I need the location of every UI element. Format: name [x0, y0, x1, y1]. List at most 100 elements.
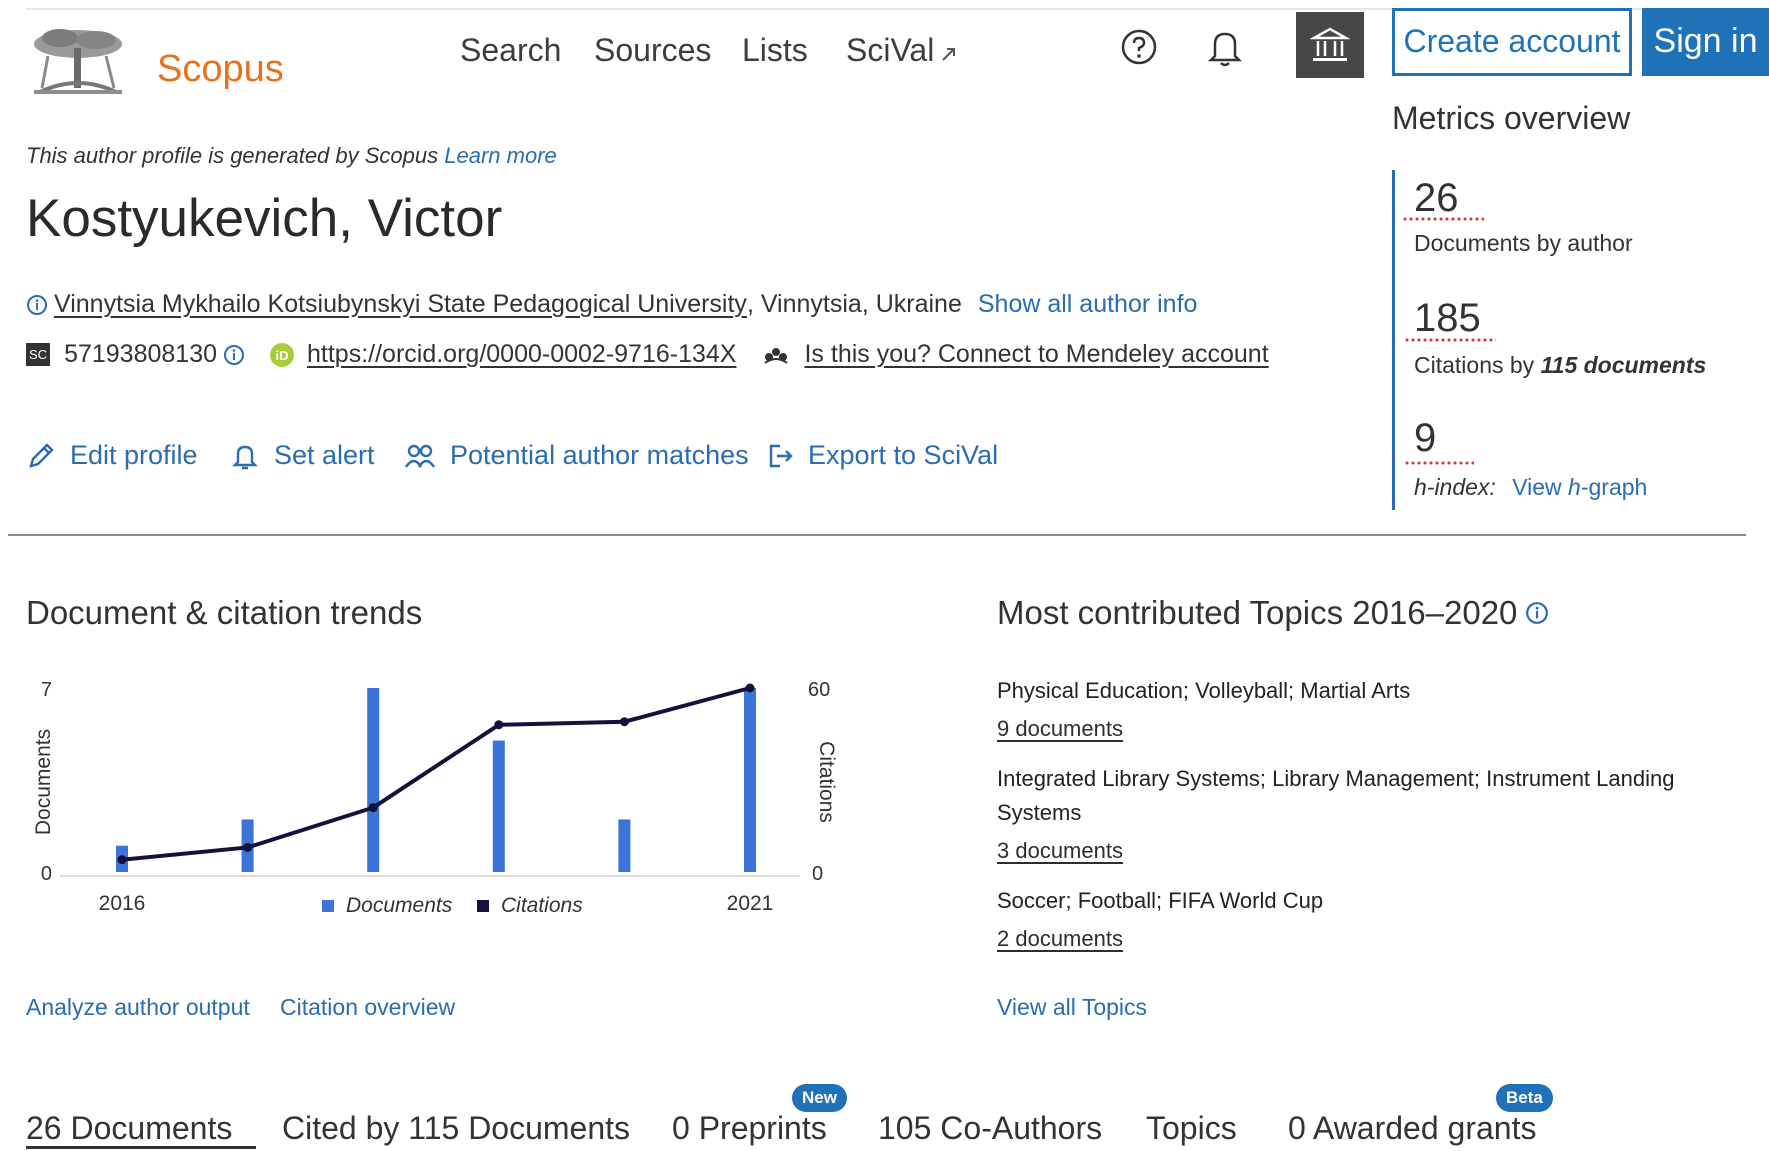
legend-swatch-citations: [477, 900, 489, 912]
topic-item-docs[interactable]: 3 documents: [997, 838, 1123, 864]
view-h-graph-post: -graph: [1580, 474, 1648, 500]
y-axis-label-right: Citations: [815, 741, 838, 823]
left-tick-label: 7: [41, 679, 52, 701]
tab-preprints[interactable]: 0 Preprints: [672, 1110, 827, 1147]
chart-bar-layer: [116, 688, 756, 872]
scopus-id: 57193808130: [64, 340, 218, 368]
learn-more-link[interactable]: Learn more: [444, 143, 557, 168]
tab-documents-active-indicator: [26, 1146, 256, 1149]
citations-doc-count: 115 documents: [1540, 352, 1707, 378]
info-icon[interactable]: [1525, 601, 1549, 625]
topic-item-docs[interactable]: 2 documents: [997, 926, 1123, 952]
create-account-button[interactable]: Create account: [1392, 8, 1632, 76]
view-h-graph-pre: View: [1512, 474, 1569, 500]
documents-count-label: Documents by author: [1414, 230, 1633, 256]
trends-title: Document & citation trends: [26, 594, 423, 631]
documents-bar: [367, 688, 380, 872]
metrics-divider: [1392, 170, 1395, 510]
view-all-topics-link[interactable]: View all Topics: [997, 994, 1147, 1021]
right-tick-label: 0: [812, 863, 823, 885]
export-to-scival-button[interactable]: Export to SciVal: [766, 440, 998, 471]
export-icon: [766, 441, 794, 471]
tab-topics[interactable]: Topics: [1146, 1110, 1237, 1147]
affiliation-location: , Vinnytsia, Ukraine: [746, 290, 962, 318]
topic-item-docs[interactable]: 9 documents: [997, 716, 1123, 742]
orcid-icon: iD: [269, 342, 295, 368]
potential-author-matches-label: Potential author matches: [450, 440, 749, 470]
nav-sources[interactable]: Sources: [594, 32, 711, 69]
citations-point: [494, 720, 504, 730]
mendeley-link[interactable]: Is this you? Connect to Mendeley account: [804, 340, 1268, 369]
spell-underline: [1404, 338, 1496, 342]
info-icon[interactable]: [26, 294, 48, 316]
tab-cited-by[interactable]: Cited by 115 Documents: [282, 1110, 630, 1147]
nav-search[interactable]: Search: [460, 32, 561, 69]
alert-bell-icon: [230, 441, 260, 471]
nav-lists[interactable]: Lists: [742, 32, 808, 69]
tab-awarded-grants[interactable]: 0 Awarded grants: [1288, 1110, 1536, 1147]
orcid-link[interactable]: https://orcid.org/0000-0002-9716-134X: [307, 340, 736, 369]
documents-bar: [744, 688, 756, 872]
topics-title: Most contributed Topics 2016–2020: [997, 594, 1518, 631]
help-icon[interactable]: [1120, 28, 1158, 66]
tab-co-authors[interactable]: 105 Co-Authors: [878, 1110, 1102, 1147]
citations-line: [121, 686, 751, 862]
documents-bar: [618, 819, 631, 872]
profile-note: This author profile is generated by Scop…: [26, 143, 557, 169]
h-index-label: h-index:: [1414, 474, 1496, 500]
view-h-graph-link[interactable]: View h-graph: [1512, 474, 1647, 500]
tab-documents[interactable]: 26 Documents: [26, 1110, 232, 1147]
citations-count-label: Citations by 115 documents: [1414, 352, 1706, 379]
show-all-author-info-link[interactable]: Show all author info: [978, 290, 1198, 319]
h-index-value: 9: [1414, 416, 1437, 460]
legend-label: Citations: [501, 894, 583, 917]
set-alert-label: Set alert: [274, 440, 375, 470]
right-tick-label: 60: [808, 679, 830, 701]
sign-in-button[interactable]: Sign in: [1642, 8, 1769, 76]
citations-count[interactable]: 185: [1414, 296, 1481, 341]
elsevier-tree-logo[interactable]: [30, 26, 126, 98]
topic-item-title[interactable]: Physical Education; Volleyball; Martial …: [997, 674, 1697, 708]
left-tick-label: 0: [41, 863, 52, 885]
generated-note: This author profile is generated by Scop…: [26, 143, 439, 168]
citations-point: [243, 842, 253, 852]
institution-button[interactable]: [1296, 12, 1364, 78]
citation-overview-link[interactable]: Citation overview: [280, 994, 455, 1021]
legend-label: Documents: [346, 894, 453, 917]
bell-icon[interactable]: [1206, 26, 1244, 68]
edit-profile-label: Edit profile: [70, 440, 198, 470]
analyze-author-output-link[interactable]: Analyze author output: [26, 994, 250, 1021]
chart-legend: Documents Citations: [322, 894, 583, 917]
scopus-id-info-icon[interactable]: [223, 344, 245, 366]
beta-badge: Beta: [1496, 1084, 1553, 1112]
potential-author-matches-button[interactable]: Potential author matches: [404, 440, 749, 471]
author-name: Kostyukevich, Victor: [26, 189, 503, 248]
citations-point: [368, 803, 378, 813]
citations-point: [117, 855, 127, 865]
chart-axis-layer: 7 0 60 0 Documents Citations 2016 2021: [32, 679, 838, 915]
citations-point: [619, 717, 629, 727]
pencil-icon: [26, 441, 56, 471]
topics-title-row: Most contributed Topics 2016–2020: [997, 594, 1549, 632]
export-to-scival-label: Export to SciVal: [808, 440, 999, 470]
view-h-graph-h: h: [1568, 474, 1581, 500]
x-tick-label: 2021: [727, 892, 774, 915]
nav-scival[interactable]: SciVal: [846, 32, 958, 69]
institution-icon: [1310, 26, 1350, 64]
spell-underline: [1404, 461, 1474, 465]
legend-swatch-documents: [322, 900, 334, 912]
documents-count[interactable]: 26: [1414, 176, 1459, 221]
affiliation-link[interactable]: Vinnytsia Mykhailo Kotsiubynskyi State P…: [54, 290, 747, 319]
external-link-icon: [940, 45, 958, 63]
topic-item-title[interactable]: Soccer; Football; FIFA World Cup: [997, 884, 1697, 918]
document-citation-chart: 7 0 60 0 Documents Citations 2016 2021 Document…: [32, 679, 838, 917]
set-alert-button[interactable]: Set alert: [230, 440, 375, 471]
metrics-title: Metrics overview: [1392, 100, 1631, 136]
citations-label-text: Citations by: [1414, 352, 1541, 378]
logo-text[interactable]: Scopus: [157, 48, 284, 91]
topic-item-title[interactable]: Integrated Library Systems; Library Mana…: [997, 762, 1697, 830]
mendeley-icon: [762, 345, 790, 365]
edit-profile-button[interactable]: Edit profile: [26, 440, 198, 471]
section-divider: [8, 534, 1746, 536]
scopus-id-badge: SC: [26, 343, 51, 366]
